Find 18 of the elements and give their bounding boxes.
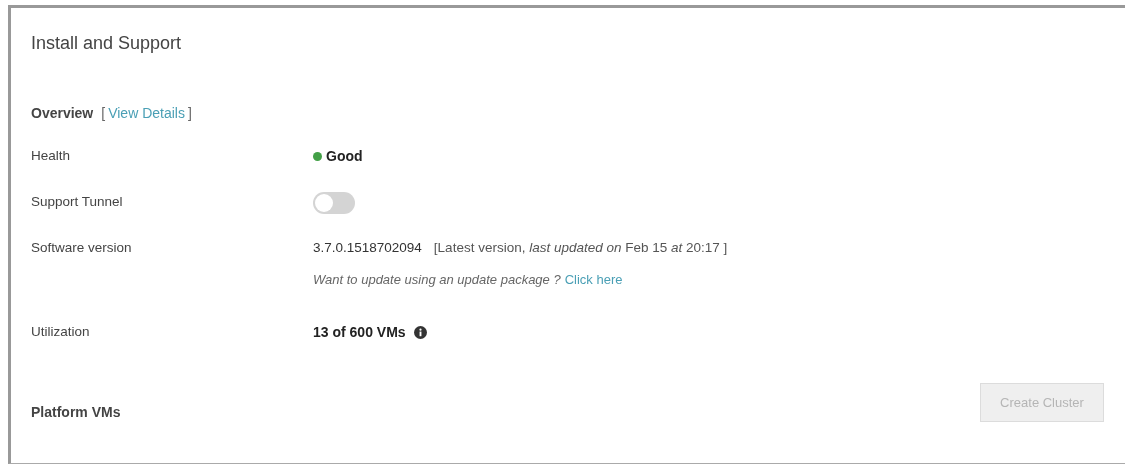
version-note: [Latest version, last updated on Feb 15 at 20:17 ] (433, 239, 728, 257)
click-here-link[interactable]: Click here (564, 270, 623, 290)
bracket: ] (187, 104, 192, 123)
support-tunnel-toggle[interactable] (313, 192, 355, 214)
bracket: [ (101, 104, 106, 123)
field-label: Utilization (31, 323, 91, 341)
field-label: Support Tunnel (31, 193, 124, 211)
panel-title: Install and Support (31, 32, 183, 55)
health-value: Good (326, 147, 363, 166)
update-hint: Want to update using an update package ? (313, 271, 561, 290)
view-details-link[interactable]: View Details (108, 103, 185, 124)
info-icon[interactable] (413, 326, 427, 339)
overview-heading: Overview (31, 104, 94, 123)
platform-vms-heading: Platform VMs (31, 403, 121, 422)
field-label: Software version (31, 239, 133, 257)
version-number: 3.7.0.1518702094 (313, 239, 422, 257)
utilization-value: 13 of 600 VMs (313, 323, 406, 342)
field-label: Health (31, 147, 72, 165)
